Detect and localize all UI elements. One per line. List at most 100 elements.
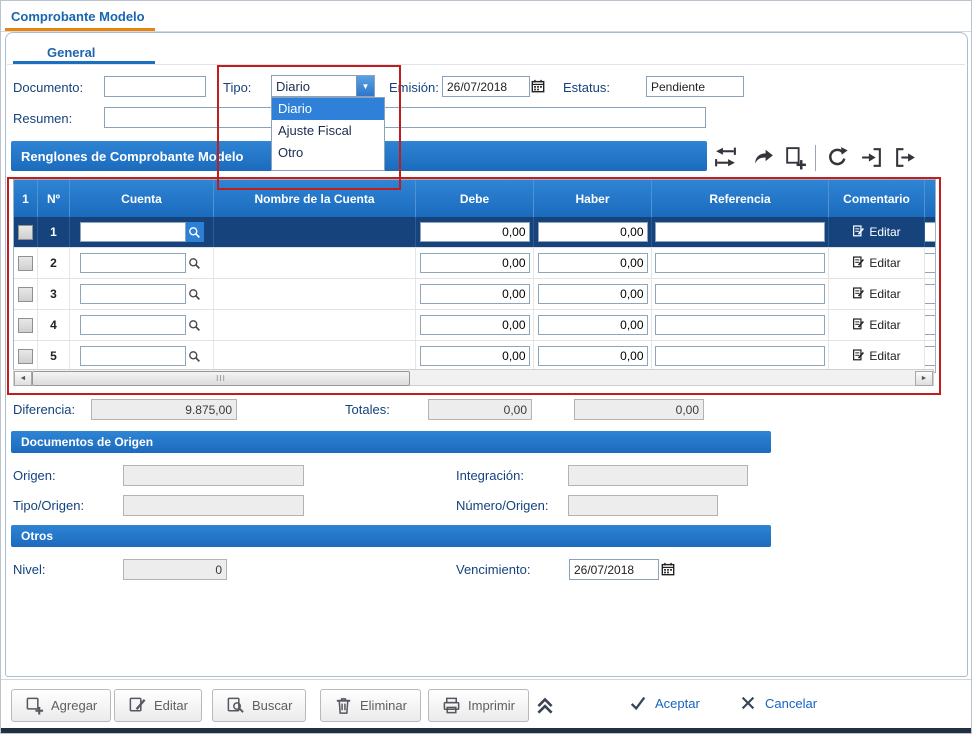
tipo-origen-label: Tipo/Origen: bbox=[13, 498, 84, 513]
row-selector-button[interactable] bbox=[18, 349, 33, 364]
export-icon[interactable] bbox=[893, 145, 918, 170]
haber-input[interactable] bbox=[538, 222, 648, 242]
comentario-cell: Editar bbox=[829, 248, 925, 278]
vencimiento-input[interactable] bbox=[569, 559, 659, 580]
row-selector-button[interactable] bbox=[18, 225, 33, 240]
collapse-toolbar-icon[interactable] bbox=[534, 694, 556, 716]
referencia-input[interactable] bbox=[655, 346, 825, 366]
grid-row-1[interactable]: 1 Editar bbox=[14, 217, 935, 248]
imprimir-button[interactable]: Imprimir bbox=[428, 689, 529, 722]
refresh-icon[interactable] bbox=[825, 145, 850, 170]
editar-cell-button[interactable]: Editar bbox=[852, 317, 900, 333]
calendar-icon[interactable] bbox=[531, 79, 546, 95]
editar-cell-button[interactable]: Editar bbox=[852, 255, 900, 271]
buscar-button[interactable]: Buscar bbox=[212, 689, 306, 722]
cut-cell bbox=[925, 279, 935, 309]
resumen-input[interactable] bbox=[104, 107, 706, 128]
eliminar-button[interactable]: Eliminar bbox=[320, 689, 421, 722]
editar-cell-button[interactable]: Editar bbox=[852, 286, 900, 302]
scroll-right-button[interactable]: ► bbox=[915, 371, 933, 386]
debe-input[interactable] bbox=[420, 284, 530, 304]
referencia-input[interactable] bbox=[655, 315, 825, 335]
referencia-input[interactable] bbox=[655, 253, 825, 273]
cut-input[interactable] bbox=[925, 315, 935, 335]
haber-input[interactable] bbox=[538, 253, 648, 273]
debe-cell bbox=[416, 310, 534, 340]
debe-input[interactable] bbox=[420, 346, 530, 366]
row-selector-cell bbox=[14, 341, 38, 371]
referencia-input[interactable] bbox=[655, 222, 825, 242]
agregar-label: Agregar bbox=[51, 698, 97, 713]
vencimiento-label: Vencimiento: bbox=[456, 562, 530, 577]
debe-input[interactable] bbox=[420, 315, 530, 335]
aceptar-button[interactable]: Aceptar bbox=[629, 694, 700, 712]
cut-input[interactable] bbox=[925, 284, 935, 304]
grid-col-referencia: Referencia bbox=[652, 180, 829, 217]
fit-columns-icon[interactable] bbox=[713, 145, 738, 170]
export-add-icon[interactable] bbox=[783, 145, 808, 170]
grid-row-2[interactable]: 2 Editar bbox=[14, 248, 935, 279]
referencia-input[interactable] bbox=[655, 284, 825, 304]
haber-cell bbox=[534, 248, 652, 278]
nombre-cuenta-cell bbox=[214, 279, 416, 309]
nivel-label: Nivel: bbox=[13, 562, 46, 577]
haber-input[interactable] bbox=[538, 346, 648, 366]
search-icon[interactable] bbox=[186, 284, 204, 304]
search-icon[interactable] bbox=[186, 222, 204, 242]
scrollbar-thumb[interactable]: III bbox=[32, 371, 410, 386]
cuenta-input[interactable] bbox=[80, 253, 186, 273]
debe-cell bbox=[416, 341, 534, 371]
cut-input[interactable] bbox=[925, 253, 935, 273]
documento-input[interactable] bbox=[104, 76, 206, 97]
cuenta-input[interactable] bbox=[80, 346, 186, 366]
window-tab-title[interactable]: Comprobante Modelo bbox=[11, 9, 145, 24]
search-icon[interactable] bbox=[186, 346, 204, 366]
row-selector-button[interactable] bbox=[18, 287, 33, 302]
close-icon bbox=[739, 694, 757, 712]
tipo-origen-input bbox=[123, 495, 304, 516]
grid-row-4[interactable]: 4 Editar bbox=[14, 310, 935, 341]
tipo-option-ajuste-fiscal[interactable]: Ajuste Fiscal bbox=[272, 120, 384, 142]
tipo-select[interactable]: Diario ▼ bbox=[271, 75, 375, 97]
tipo-option-diario[interactable]: Diario bbox=[272, 98, 384, 120]
haber-input[interactable] bbox=[538, 315, 648, 335]
grid-col-numero: Nº bbox=[38, 180, 70, 217]
referencia-cell bbox=[652, 217, 829, 247]
cuenta-input[interactable] bbox=[80, 222, 186, 242]
grid-row-3[interactable]: 3 Editar bbox=[14, 279, 935, 310]
agregar-button[interactable]: Agregar bbox=[11, 689, 111, 722]
tipo-option-otro[interactable]: Otro bbox=[272, 142, 384, 164]
estatus-input[interactable] bbox=[646, 76, 744, 97]
search-icon[interactable] bbox=[186, 315, 204, 335]
import-icon[interactable] bbox=[859, 145, 884, 170]
grid-horizontal-scrollbar[interactable]: ◄ III ► bbox=[13, 369, 934, 386]
cuenta-input[interactable] bbox=[80, 315, 186, 335]
cut-input[interactable] bbox=[925, 222, 935, 242]
cuenta-input[interactable] bbox=[80, 284, 186, 304]
forward-arrow-icon[interactable] bbox=[751, 145, 776, 170]
scroll-left-button[interactable]: ◄ bbox=[14, 371, 32, 386]
editar-cell-label: Editar bbox=[869, 225, 900, 239]
row-selector-button[interactable] bbox=[18, 318, 33, 333]
emision-input[interactable] bbox=[442, 76, 530, 97]
dropdown-arrow-icon[interactable]: ▼ bbox=[356, 76, 374, 96]
tab-general[interactable]: General bbox=[47, 45, 95, 60]
nombre-cuenta-cell bbox=[214, 248, 416, 278]
totales-label: Totales: bbox=[345, 402, 390, 417]
debe-input[interactable] bbox=[420, 253, 530, 273]
search-icon[interactable] bbox=[186, 253, 204, 273]
debe-cell bbox=[416, 248, 534, 278]
grid-row-5[interactable]: 5 Editar bbox=[14, 341, 935, 372]
trash-icon bbox=[334, 696, 353, 715]
calendar-icon[interactable] bbox=[661, 562, 676, 578]
edit-icon bbox=[128, 696, 147, 715]
editar-cell-button[interactable]: Editar bbox=[852, 348, 900, 364]
edit-icon bbox=[852, 348, 865, 364]
cut-input[interactable] bbox=[925, 346, 935, 366]
row-selector-button[interactable] bbox=[18, 256, 33, 271]
editar-cell-button[interactable]: Editar bbox=[852, 224, 900, 240]
haber-input[interactable] bbox=[538, 284, 648, 304]
editar-button[interactable]: Editar bbox=[114, 689, 202, 722]
debe-input[interactable] bbox=[420, 222, 530, 242]
cancelar-button[interactable]: Cancelar bbox=[739, 694, 817, 712]
